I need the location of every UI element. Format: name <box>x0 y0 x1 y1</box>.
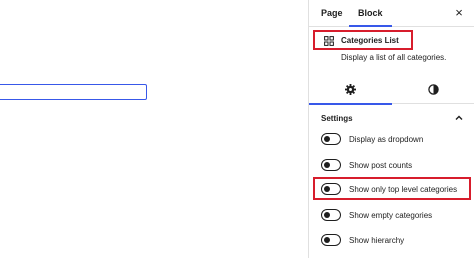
panel-title: Settings <box>321 114 353 123</box>
settings-panel-header[interactable]: Settings <box>309 104 474 128</box>
toggle-row-display-as-dropdown: Display as dropdown <box>321 131 471 149</box>
toggle-label: Show only top level categories <box>349 185 458 194</box>
chevron-up-icon[interactable] <box>454 113 464 123</box>
editor-window: Page Block × Categories List Display a l… <box>0 0 474 258</box>
toggle-knob <box>324 135 330 142</box>
toggle-row-show-hierarchy: Show hierarchy <box>321 232 471 250</box>
toggle-label: Show empty categories <box>349 211 433 220</box>
tab-page[interactable]: Page <box>321 0 343 26</box>
show-post-counts-toggle[interactable] <box>321 159 341 171</box>
grid-icon <box>324 36 334 46</box>
toggle-knob <box>324 211 330 218</box>
toggle-label: Show hierarchy <box>349 236 405 245</box>
close-icon[interactable]: × <box>452 6 466 20</box>
tab-styles[interactable] <box>392 74 474 104</box>
contrast-icon <box>428 83 439 95</box>
tab-block[interactable]: Block <box>349 0 392 27</box>
sidebar-tabs: Page Block × <box>309 0 474 27</box>
selected-block-outline[interactable] <box>0 84 147 100</box>
toggle-label: Show post counts <box>349 161 413 170</box>
toggle-knob <box>324 236 330 243</box>
block-card: Categories List Display a list of all ca… <box>309 27 474 74</box>
editor-canvas[interactable] <box>0 0 308 258</box>
display-as-dropdown-toggle[interactable] <box>321 133 341 145</box>
tab-settings[interactable] <box>309 74 392 105</box>
block-description: Display a list of all categories. <box>341 53 447 62</box>
gear-icon <box>345 83 356 95</box>
toggle-row-show-empty-categories: Show empty categories <box>321 207 471 225</box>
block-title: Categories List <box>341 36 399 45</box>
inspector-tabs <box>309 74 474 105</box>
settings-sidebar: Page Block × Categories List Display a l… <box>308 0 474 258</box>
show-only-top-level-toggle[interactable] <box>321 183 341 195</box>
toggle-row-show-post-counts: Show post counts <box>321 157 471 175</box>
show-hierarchy-toggle[interactable] <box>321 234 341 246</box>
toggle-row-show-only-top-level: Show only top level categories <box>321 181 471 199</box>
toggle-knob <box>324 185 330 192</box>
show-empty-categories-toggle[interactable] <box>321 209 341 221</box>
toggle-label: Display as dropdown <box>349 135 424 144</box>
toggle-knob <box>324 161 330 168</box>
